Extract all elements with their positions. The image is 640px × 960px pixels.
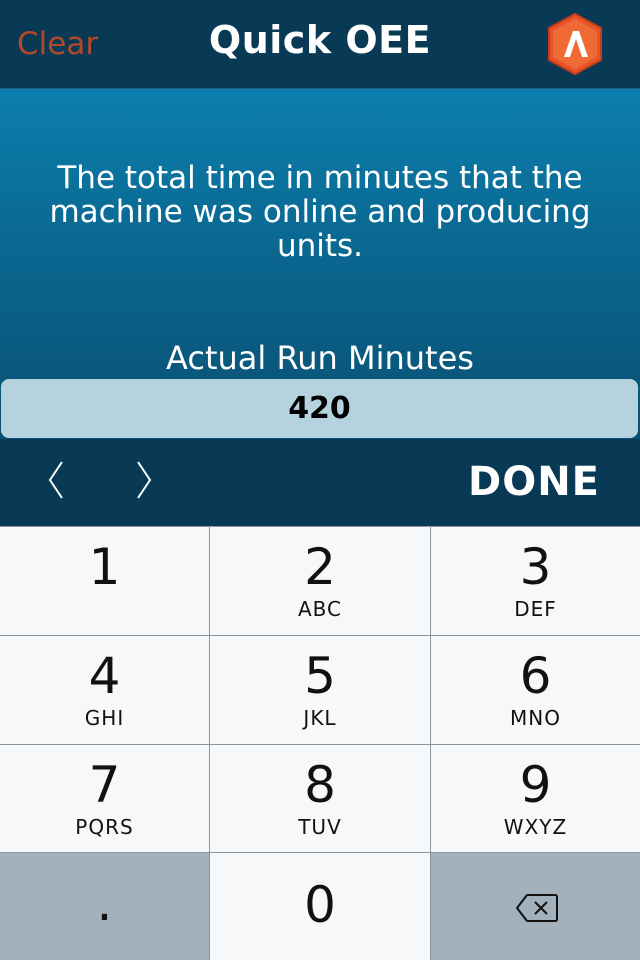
- key-digit: 3: [519, 538, 552, 596]
- key-5[interactable]: 5 JKL: [210, 636, 430, 744]
- key-7[interactable]: 7 PQRS: [0, 745, 209, 852]
- page-title: Quick OEE: [208, 18, 432, 62]
- key-digit: 4: [88, 647, 121, 705]
- key-digit: 8: [304, 756, 336, 814]
- field-description: The total time in minutes that the machi…: [49, 160, 591, 264]
- done-button[interactable]: DONE: [468, 459, 600, 505]
- key-letters: WXYZ: [503, 815, 568, 839]
- key-letters: TUV: [298, 815, 342, 839]
- key-6[interactable]: 6 MNO: [431, 636, 640, 744]
- key-digit: 5: [304, 647, 336, 705]
- chevron-left-icon[interactable]: [42, 458, 72, 502]
- key-digit: 6: [519, 647, 552, 705]
- key-digit: 7: [88, 756, 121, 814]
- key-9[interactable]: 9 WXYZ: [431, 745, 640, 852]
- chevron-right-icon[interactable]: [128, 458, 158, 502]
- key-digit: 0: [304, 876, 336, 934]
- key-digit: 2: [304, 538, 336, 596]
- key-0[interactable]: 0: [210, 853, 430, 960]
- key-3[interactable]: 3 DEF: [431, 527, 640, 635]
- keyboard-accessory-bar: DONE: [0, 439, 640, 526]
- key-4[interactable]: 4 GHI: [0, 636, 209, 744]
- key-digit: 9: [519, 756, 552, 814]
- top-navigation-bar: Clear Quick OEE: [0, 0, 640, 89]
- key-letters: MNO: [510, 706, 561, 730]
- key-letters: GHI: [84, 706, 125, 730]
- key-letters: PQRS: [75, 815, 134, 839]
- delete-key[interactable]: [431, 853, 640, 960]
- key-letters: ABC: [297, 597, 342, 621]
- key-letters: DEF: [514, 597, 557, 621]
- key-decimal[interactable]: .: [0, 853, 209, 960]
- key-1[interactable]: 1: [0, 527, 209, 635]
- key-letters: JKL: [303, 706, 337, 730]
- key-8[interactable]: 8 TUV: [210, 745, 430, 852]
- key-2[interactable]: 2 ABC: [210, 527, 430, 635]
- field-label: Actual Run Minutes: [166, 339, 474, 377]
- run-minutes-input[interactable]: 420: [1, 379, 638, 438]
- backspace-icon: [516, 894, 558, 922]
- a-logo-icon[interactable]: [546, 13, 604, 75]
- numeric-keypad: 1 2 ABC 3 DEF 4 GHI 5 JKL 6 MNO 7 PQRS 8…: [0, 526, 640, 960]
- key-digit: .: [96, 874, 113, 932]
- key-digit: 1: [88, 538, 121, 596]
